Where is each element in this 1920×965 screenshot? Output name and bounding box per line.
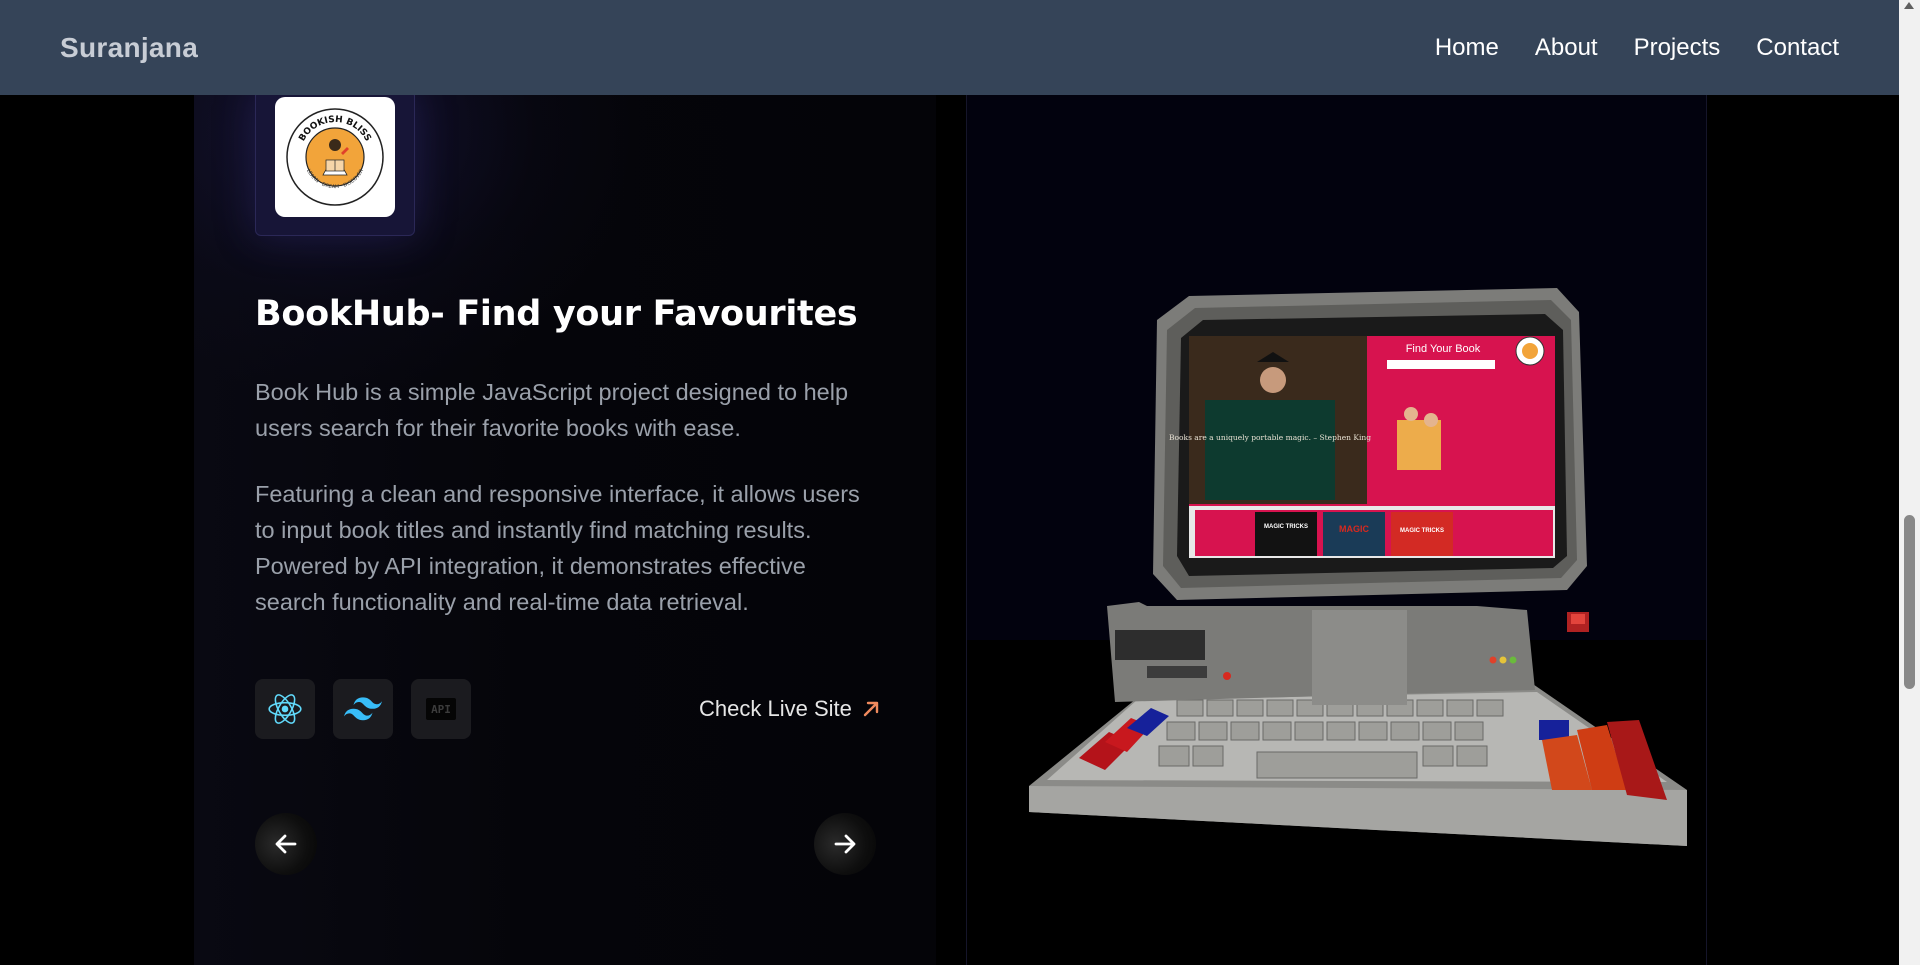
project-logo: BOOKISH BLISS LEARN · DREAM · DISCOVER <box>275 97 395 217</box>
nav-link-about[interactable]: About <box>1535 34 1598 62</box>
bookish-bliss-logo-icon: BOOKISH BLISS LEARN · DREAM · DISCOVER <box>286 108 384 206</box>
project-title: BookHub- Find your Favourites <box>255 294 858 334</box>
api-label: API <box>426 698 456 720</box>
api-icon: API <box>411 679 471 739</box>
project-preview-panel: Books are a uniquely portable magic. – S… <box>966 0 1707 965</box>
nav-link-home[interactable]: Home <box>1435 34 1499 62</box>
previous-project-button[interactable] <box>255 813 317 875</box>
scroll-up-arrow-icon[interactable] <box>1904 2 1914 9</box>
nav-link-contact[interactable]: Contact <box>1756 34 1839 62</box>
project-description-2: Featuring a clean and responsive interfa… <box>255 481 860 615</box>
project-info-panel: BOOKISH BLISS LEARN · DREAM · DISCOVER B… <box>194 0 936 965</box>
arrow-right-icon <box>834 834 856 854</box>
next-project-button[interactable] <box>814 813 876 875</box>
arrow-left-icon <box>275 834 297 854</box>
navbar: Suranjana Home About Projects Contact <box>0 0 1899 95</box>
svg-text:MAGIC TRICKS: MAGIC TRICKS <box>1264 524 1308 530</box>
svg-text:Books are a uniquely portable: Books are a uniquely portable magic. – S… <box>1169 433 1371 442</box>
arrow-up-right-icon <box>863 701 879 717</box>
page-scrollbar[interactable] <box>1899 0 1920 965</box>
check-live-site-link[interactable]: Check Live Site <box>699 696 882 722</box>
tech-stack: API <box>255 679 471 739</box>
svg-text:Find Your Book: Find Your Book <box>1406 343 1481 355</box>
tailwind-icon <box>333 679 393 739</box>
retro-computer-model: Books are a uniquely portable magic. – S… <box>1029 288 1687 846</box>
svg-text:MAGIC: MAGIC <box>1339 524 1369 534</box>
project-logo-frame: BOOKISH BLISS LEARN · DREAM · DISCOVER <box>255 90 415 236</box>
nav-links: Home About Projects Contact <box>1435 34 1839 62</box>
check-live-site-label: Check Live Site <box>699 696 852 721</box>
nav-link-projects[interactable]: Projects <box>1634 34 1721 62</box>
react-icon <box>255 679 315 739</box>
scroll-thumb[interactable] <box>1904 515 1915 689</box>
svg-text:MAGIC TRICKS: MAGIC TRICKS <box>1400 528 1444 534</box>
brand-logo[interactable]: Suranjana <box>60 32 198 64</box>
project-description-1: Book Hub is a simple JavaScript project … <box>255 379 849 441</box>
right-key-cluster <box>1539 720 1667 800</box>
